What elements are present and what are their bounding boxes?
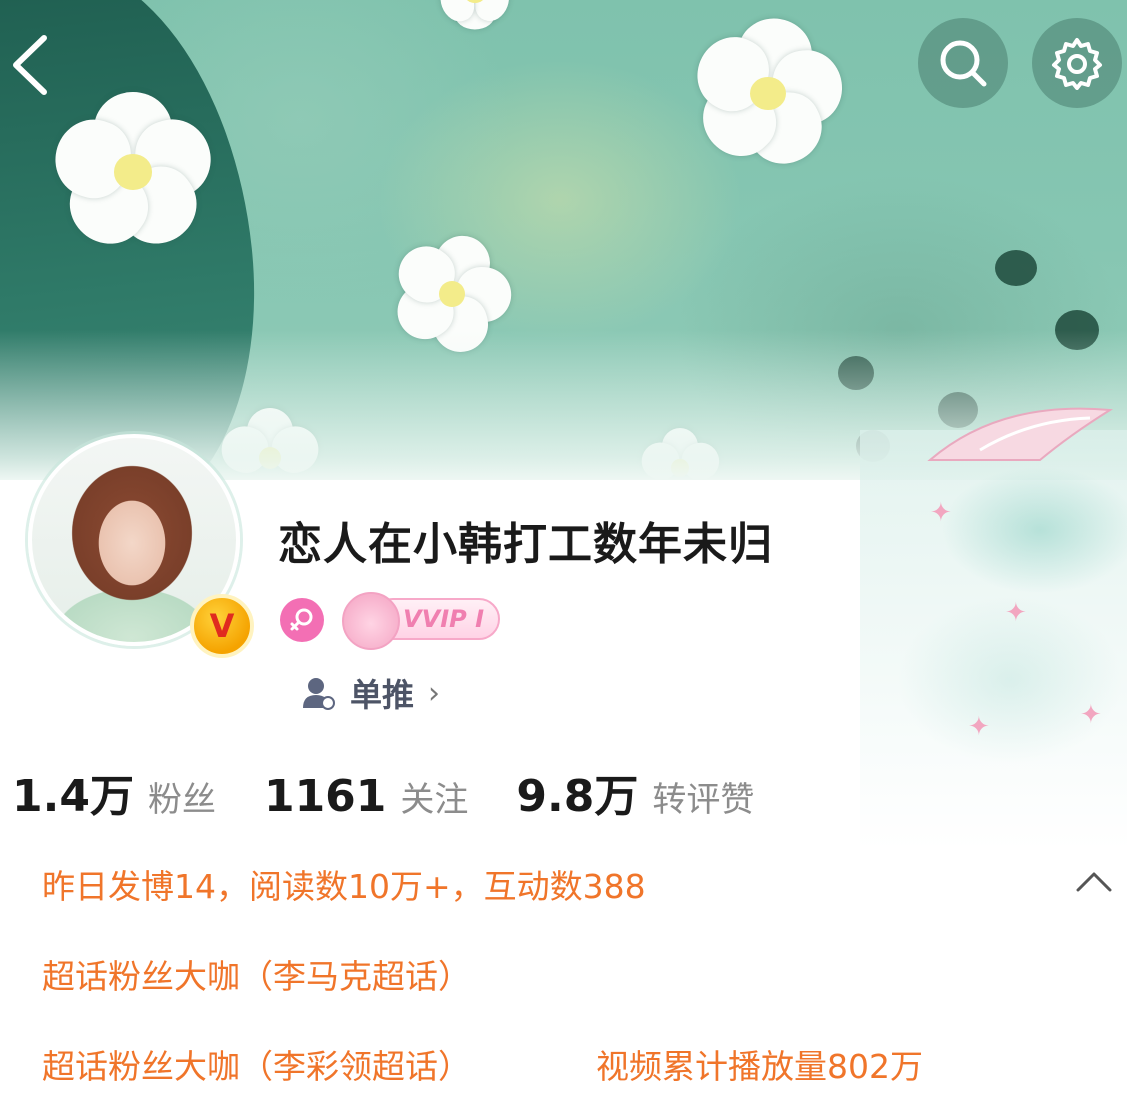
fan-tag-label: 单推 [350,676,415,714]
female-badge [280,598,324,642]
stat-followers[interactable]: 1.4万 粉丝 [12,760,216,824]
female-icon [290,608,313,631]
gear-icon [1052,38,1102,90]
chevron-up-icon [1076,872,1112,892]
stat-label: 转评赞 [652,780,755,820]
username: 恋人在小韩打工数年未归 [278,519,773,570]
stat-label: 粉丝 [147,780,216,820]
search-icon [940,40,987,87]
sparkle-icon: ✦ [1080,700,1102,730]
stat-label: 关注 [400,780,469,820]
sparkle-icon: ✦ [1005,598,1027,628]
stat-following[interactable]: 1161 关注 [264,771,468,822]
seashell-decoration [860,407,1127,850]
daily-activity-info: 昨日发博14，阅读数10万+，互动数388 [42,867,646,906]
sparkle-icon: ✦ [930,498,952,528]
video-play-count: 视频累计播放量802万 [596,1047,923,1086]
stat-value: 9.8万 [516,771,639,822]
verified-badge: V [190,594,254,658]
flower-decoration [430,0,520,30]
flower-decoration [45,92,221,259]
leaf-shadow [995,250,1037,286]
flower-decoration [684,12,848,176]
super-topic-fan-info: 超话粉丝大咖（李马克超话） [42,957,471,996]
sparkle-icon: ✦ [968,712,990,742]
chevron-left-icon [13,35,47,95]
avatar-frame[interactable]: V [10,418,254,658]
user-icon [303,678,335,710]
settings-button[interactable] [1032,18,1122,108]
back-button[interactable] [4,30,64,100]
bear-icon [342,592,400,650]
super-topic-fan-info: 超话粉丝大咖（李彩领超话） [42,1047,471,1086]
stats-row: 1.4万 粉丝 1161 关注 9.8万 转评赞 [12,760,802,824]
chevron-right-icon: › [428,675,441,711]
collapse-button[interactable] [1072,862,1116,898]
vvip-badge[interactable]: VVIP I [342,592,502,650]
stat-likes[interactable]: 9.8万 转评赞 [516,760,754,824]
stat-value: 1161 [263,771,387,822]
fan-tag-row[interactable]: 单推 › [300,670,440,716]
stat-value: 1.4万 [12,771,134,822]
search-button[interactable] [918,18,1008,108]
